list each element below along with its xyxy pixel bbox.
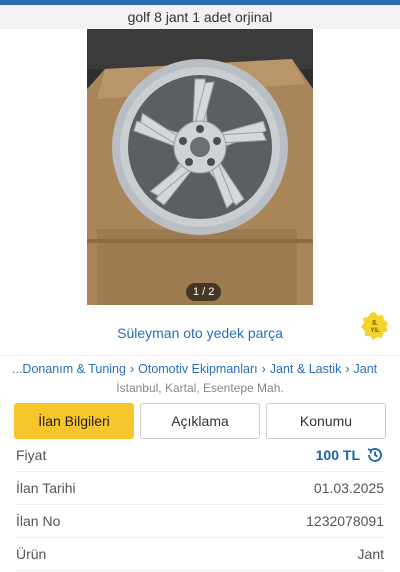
detail-row-price: Fiyat 100 TL bbox=[16, 439, 384, 472]
detail-tabs: İlan Bilgileri Açıklama Konumu bbox=[0, 397, 400, 439]
detail-label: Ürün bbox=[16, 546, 47, 562]
breadcrumb-separator-icon: › bbox=[261, 361, 266, 376]
detail-value: 01.03.2025 bbox=[313, 480, 384, 496]
breadcrumb-item[interactable]: Jant & Lastik bbox=[270, 362, 342, 376]
breadcrumb-separator-icon: › bbox=[345, 361, 350, 376]
detail-row-date: İlan Tarihi 01.03.2025 bbox=[16, 472, 384, 505]
ilan-no-value: 1232078091 bbox=[306, 513, 384, 529]
svg-text:8.: 8. bbox=[372, 320, 378, 327]
breadcrumb-item[interactable]: Jant bbox=[354, 362, 378, 376]
listing-details: Fiyat 100 TL İlan Tarihi 01.03.2025 İlan… bbox=[0, 439, 400, 571]
svg-text:YIL: YIL bbox=[370, 328, 380, 334]
tab-konumu[interactable]: Konumu bbox=[266, 403, 386, 439]
breadcrumb-separator-icon: › bbox=[129, 361, 135, 376]
photo-gallery[interactable]: 1 / 2 bbox=[0, 29, 400, 311]
seller-row[interactable]: Süleyman oto yedek parça 8. YIL bbox=[0, 311, 400, 355]
detail-row-product: Ürün Jant bbox=[16, 538, 384, 571]
tab-aciklama[interactable]: Açıklama bbox=[140, 403, 260, 439]
detail-row-ilan-no: İlan No 1232078091 bbox=[16, 505, 384, 538]
listing-title: golf 8 jant 1 adet orjinal bbox=[0, 5, 400, 29]
breadcrumb: ...Donanım & Tuning › Otomotiv Ekipmanla… bbox=[0, 355, 400, 381]
detail-label: İlan Tarihi bbox=[16, 480, 76, 496]
listing-photo[interactable] bbox=[87, 29, 313, 305]
tab-ilan-bilgileri[interactable]: İlan Bilgileri bbox=[14, 403, 134, 439]
breadcrumb-item[interactable]: ...Donanım & Tuning bbox=[12, 362, 126, 376]
listing-location: İstanbul, Kartal, Esentepe Mah. bbox=[116, 381, 284, 395]
breadcrumb-item[interactable]: Otomotiv Ekipmanları bbox=[138, 362, 257, 376]
wheel-image bbox=[87, 29, 313, 305]
detail-label: Fiyat bbox=[16, 447, 47, 463]
seller-name-link[interactable]: Süleyman oto yedek parça bbox=[117, 325, 283, 341]
price-history-icon[interactable] bbox=[366, 446, 384, 464]
photo-counter: 1 / 2 bbox=[186, 283, 222, 301]
detail-label: İlan No bbox=[16, 513, 61, 529]
price-value: 100 TL bbox=[316, 446, 384, 464]
detail-value: Jant bbox=[357, 546, 384, 562]
membership-years-badge-icon: 8. YIL bbox=[361, 312, 388, 340]
